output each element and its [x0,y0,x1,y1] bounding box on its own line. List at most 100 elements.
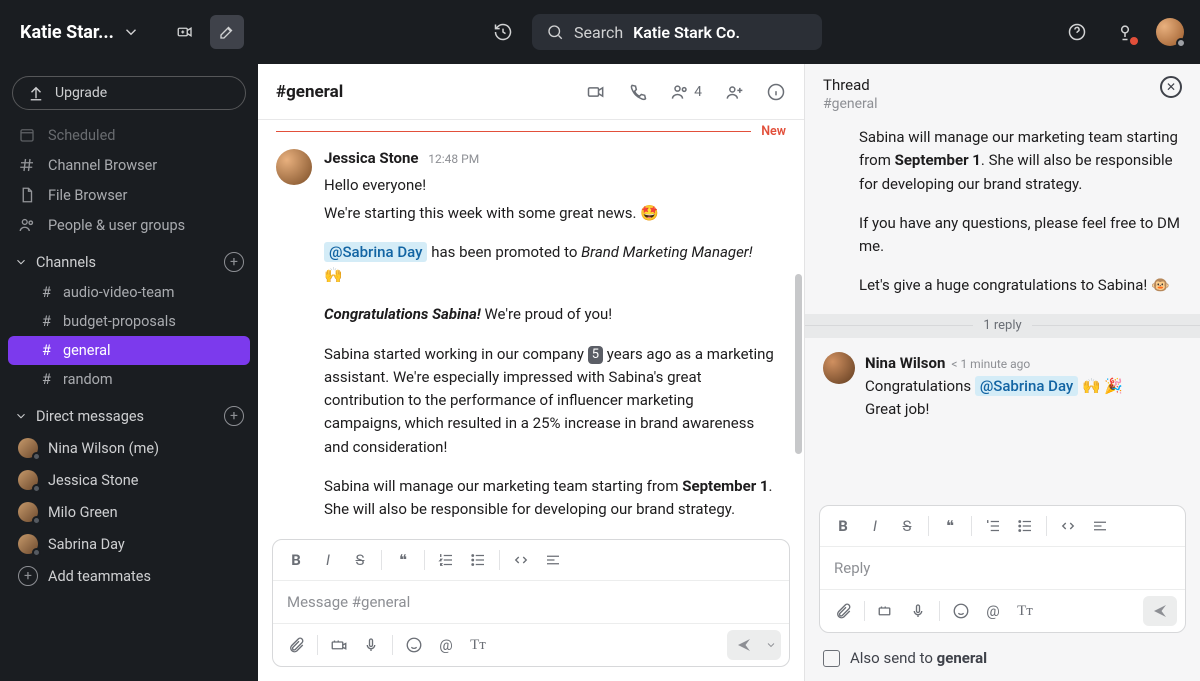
avatar [18,438,38,458]
channel-random[interactable]: #random [8,365,250,394]
compose-button[interactable] [210,15,244,49]
sidebar: Upgrade Scheduled Channel Browser File B… [0,64,258,681]
add-dm-button[interactable]: + [224,406,244,426]
sidebar-item-label: Scheduled [48,127,115,144]
dm-name: Milo Green [48,504,118,521]
quote-button[interactable]: ❝ [935,512,965,540]
message-author[interactable]: Jessica Stone [324,149,419,167]
strike-button[interactable]: S [892,512,922,540]
mention-button[interactable]: @ [978,597,1008,625]
also-send-checkbox[interactable] [823,650,840,667]
workspace-switcher[interactable]: Katie Star... [16,15,248,49]
user-avatar[interactable] [1156,18,1184,46]
mention-chip[interactable]: @Sabrina Day [975,376,1078,396]
send-button[interactable] [1143,596,1177,626]
sidebar-item-people[interactable]: People & user groups [0,210,258,240]
channel-header: #general 4 [258,64,804,120]
attach-toolbar: @ Tт [820,589,1185,632]
channel-title[interactable]: #general [276,82,343,102]
scrollbar-thumb[interactable] [795,274,802,454]
dm-nina-wilson[interactable]: Nina Wilson (me) [0,432,258,464]
code-button[interactable] [1053,512,1083,540]
history-icon[interactable] [486,15,520,49]
video-call-icon[interactable] [586,82,606,102]
avatar [18,534,38,554]
dm-sabrina-day[interactable]: Sabrina Day [0,528,258,560]
dm-jessica-stone[interactable]: Jessica Stone [0,464,258,496]
chevron-down-icon [122,23,140,41]
channel-budget-proposals[interactable]: #budget-proposals [8,307,250,336]
add-channel-button[interactable]: + [224,252,244,272]
strike-button[interactable]: S [345,546,375,574]
search-input[interactable]: Search Katie Stark Co. [532,14,822,50]
phone-call-icon[interactable] [628,82,648,102]
audio-button[interactable] [356,631,386,659]
video-button[interactable] [871,597,901,625]
dm-name: Sabrina Day [48,536,125,553]
avatar [18,470,38,490]
dm-section-header[interactable]: Direct messages + [0,394,258,432]
emoji-button[interactable] [399,631,429,659]
file-browser-icon [18,186,36,204]
members-button[interactable]: 4 [670,82,702,102]
whats-new-icon[interactable] [1108,15,1142,49]
message-input[interactable]: Message #general [273,581,789,623]
workspace-name-label: Katie Star... [20,22,114,43]
add-teammates-button[interactable]: + Add teammates [0,560,258,592]
formatting-toggle-button[interactable]: Tт [1010,597,1040,625]
bullet-list-button[interactable] [1010,512,1040,540]
thread-subtitle: #general [823,96,878,112]
hands-emoji: 🙌 [324,266,343,284]
reply-author-avatar[interactable] [823,352,855,384]
send-options-button[interactable] [761,630,781,660]
send-button[interactable] [727,630,761,660]
quote-button[interactable]: ❝ [388,546,418,574]
attach-button[interactable] [828,597,858,625]
hash-icon: # [42,371,51,388]
dm-name: Nina Wilson (me) [48,440,159,457]
sidebar-item-label: People & user groups [48,217,185,234]
format-toolbar: B I S ❝ [820,506,1185,547]
channels-section-header[interactable]: Channels + [0,240,258,278]
dm-header-label: Direct messages [36,408,144,425]
mention-button[interactable]: @ [431,631,461,659]
sidebar-item-channel-browser[interactable]: Channel Browser [0,150,258,180]
sidebar-item-scheduled[interactable]: Scheduled [0,120,258,150]
attach-button[interactable] [281,631,311,659]
video-button[interactable] [324,631,354,659]
info-icon[interactable] [766,82,786,102]
bold-button[interactable]: B [281,546,311,574]
channel-general[interactable]: #general [8,336,250,365]
new-label: New [761,124,786,139]
channel-audio-video-team[interactable]: #audio-video-team [8,278,250,307]
reply-author[interactable]: Nina Wilson [865,354,945,372]
chevron-down-icon [14,255,28,269]
bold-button[interactable]: B [828,512,858,540]
message-author-avatar[interactable] [276,149,312,185]
code-button[interactable] [506,546,536,574]
ordered-list-button[interactable] [978,512,1008,540]
upgrade-button[interactable]: Upgrade [12,76,246,110]
sidebar-item-file-browser[interactable]: File Browser [0,180,258,210]
bullet-list-button[interactable] [463,546,493,574]
codeblock-button[interactable] [538,546,568,574]
video-capture-icon[interactable] [168,15,202,49]
message-line: We're starting this week with some great… [324,202,774,225]
mention-chip[interactable]: @Sabrina Day [324,242,427,262]
close-thread-button[interactable]: ✕ [1160,76,1182,98]
channels-header-label: Channels [36,254,96,271]
italic-button[interactable]: I [313,546,343,574]
formatting-toggle-button[interactable]: Tт [463,631,493,659]
help-icon[interactable] [1060,15,1094,49]
audio-button[interactable] [903,597,933,625]
emoji-button[interactable] [946,597,976,625]
add-people-icon[interactable] [724,82,744,102]
top-bar: Katie Star... Search Katie Stark Co. [0,0,1200,64]
ordered-list-button[interactable] [431,546,461,574]
italic-button[interactable]: I [860,512,890,540]
reply-input[interactable]: Reply [820,547,1185,589]
channel-actions: 4 [586,82,786,102]
message: Jessica Stone 12:48 PM Hello everyone! W… [258,139,804,525]
dm-milo-green[interactable]: Milo Green [0,496,258,528]
codeblock-button[interactable] [1085,512,1115,540]
